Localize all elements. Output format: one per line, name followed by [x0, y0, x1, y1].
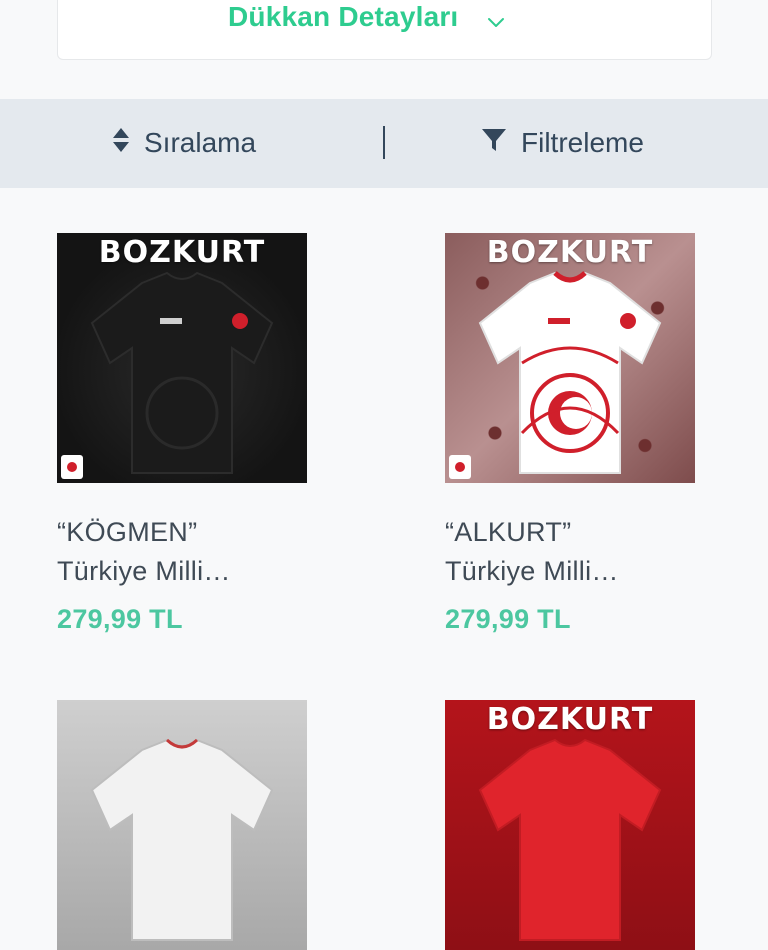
chevron-down-icon — [486, 7, 506, 27]
product-image[interactable]: BOZKURT — [445, 700, 695, 950]
filter-label: Filtreleme — [521, 127, 644, 158]
brand-badge-icon — [61, 455, 83, 479]
product-card[interactable] — [57, 700, 307, 950]
product-card[interactable]: BOZKURT “KÖGMEN” Türkiye Milli… 279,99 T… — [57, 233, 307, 635]
toolbar-divider — [383, 126, 385, 159]
product-name-line1: “ALKURT” — [445, 517, 572, 547]
product-card[interactable]: BOZKURT “ALKURT” Türkiye Milli… 279,99 T… — [445, 233, 695, 635]
product-price: 279,99 TL — [445, 604, 571, 634]
sort-label: Sıralama — [144, 127, 257, 158]
filter-icon — [481, 127, 507, 160]
product-image[interactable] — [57, 700, 307, 950]
jersey-image — [90, 271, 274, 474]
product-card[interactable]: BOZKURT — [445, 700, 695, 950]
shop-details-toggle[interactable]: Dükkan Detayları — [228, 0, 506, 37]
jersey-image — [478, 271, 662, 474]
sort-filter-bar: Sıralama Filtreleme — [0, 99, 768, 188]
product-name[interactable]: “ALKURT” Türkiye Milli… — [445, 513, 695, 591]
shop-details-label: Dükkan Detayları — [228, 1, 459, 32]
sort-button[interactable]: Sıralama — [112, 121, 256, 165]
sort-icon — [112, 127, 130, 160]
product-image[interactable]: BOZKURT — [57, 233, 307, 483]
jersey-image — [478, 738, 662, 941]
product-image[interactable]: BOZKURT — [445, 233, 695, 483]
product-price: 279,99 TL — [57, 604, 183, 634]
product-name-line1: “KÖGMEN” — [57, 517, 198, 547]
product-name-line2: Türkiye Milli… — [57, 556, 231, 586]
brand-badge-icon — [449, 455, 471, 479]
product-name[interactable]: “KÖGMEN” Türkiye Milli… — [57, 513, 307, 591]
shop-details-card[interactable]: Dükkan Detayları — [57, 0, 712, 60]
filter-button[interactable]: Filtreleme — [481, 121, 644, 165]
jersey-image — [90, 738, 274, 941]
product-name-line2: Türkiye Milli… — [445, 556, 619, 586]
